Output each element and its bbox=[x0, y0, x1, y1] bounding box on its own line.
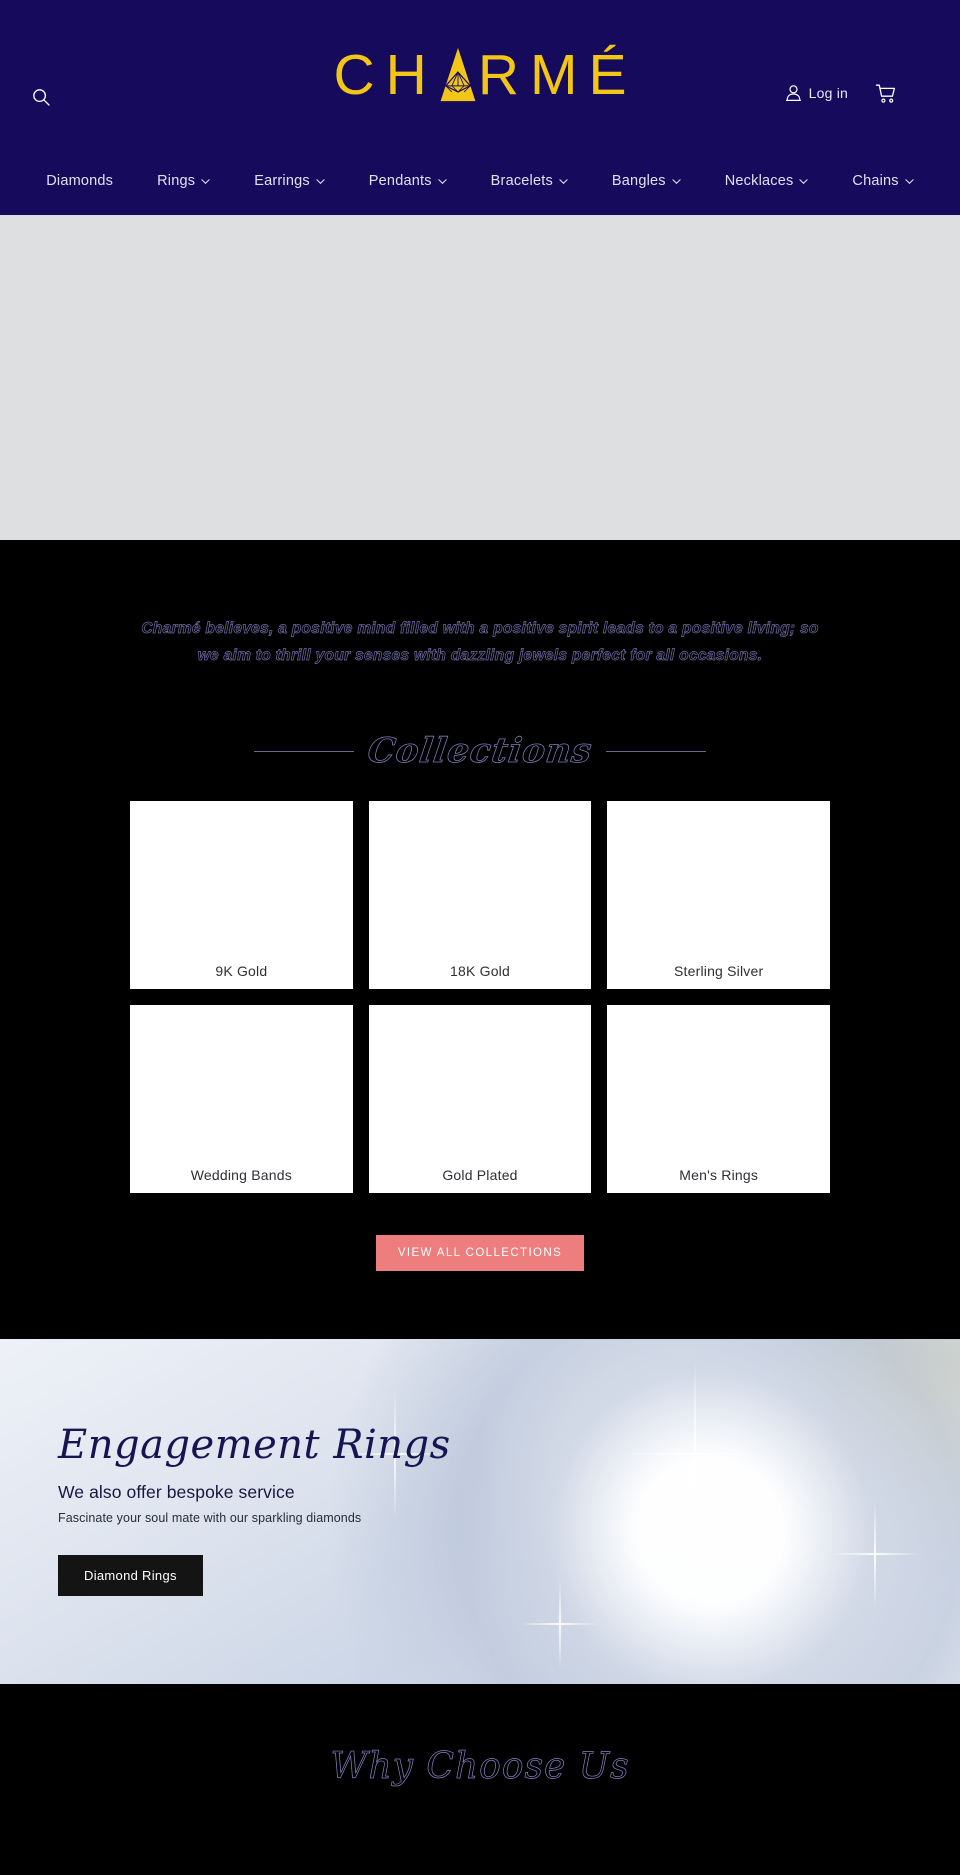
collection-card[interactable]: Sterling Silver bbox=[607, 801, 830, 990]
nav-label: Pendants bbox=[368, 173, 432, 189]
engagement-content: Engagement Rings We also offer bespoke s… bbox=[0, 1339, 960, 1597]
chevron-down-icon bbox=[799, 178, 809, 184]
nav-label: Earrings bbox=[254, 173, 310, 189]
nav-label: Diamonds bbox=[46, 173, 114, 189]
collection-card[interactable]: Wedding Bands bbox=[130, 1005, 353, 1194]
nav-item-pendants[interactable]: Pendants bbox=[347, 167, 469, 195]
logo-letter-c: C bbox=[333, 43, 386, 107]
cart-button[interactable] bbox=[874, 82, 904, 112]
collection-label: 18K Gold bbox=[450, 963, 510, 980]
cart-icon bbox=[875, 84, 896, 103]
user-icon bbox=[785, 85, 801, 101]
tagline-section: Charmé believes, a positive mind filled … bbox=[0, 540, 960, 1340]
logo-letter-e-accent: É bbox=[588, 43, 638, 107]
engagement-title: Engagement Rings bbox=[58, 1422, 451, 1469]
nav-label: Rings bbox=[157, 173, 196, 189]
nav-item-diamonds[interactable]: Diamonds bbox=[24, 167, 135, 195]
engagement-subtitle: We also offer bespoke service bbox=[58, 1482, 295, 1503]
logo-letter-r: R bbox=[477, 43, 530, 107]
collection-label: Gold Plated bbox=[442, 1167, 518, 1184]
nav-label: Bangles bbox=[611, 173, 666, 189]
chevron-down-icon bbox=[438, 178, 447, 184]
collection-label: Wedding Bands bbox=[190, 1167, 292, 1184]
engagement-description: Fascinate your soul mate with our sparkl… bbox=[58, 1511, 362, 1526]
heading-rule-right bbox=[606, 750, 707, 752]
why-choose-us-title: Why Choose Us bbox=[330, 1746, 630, 1788]
nav-label: Bracelets bbox=[490, 173, 553, 189]
site-logo: CH RMÉ bbox=[322, 46, 637, 104]
collection-card[interactable]: Gold Plated bbox=[368, 1005, 592, 1194]
collection-label: Sterling Silver bbox=[673, 963, 764, 980]
login-link[interactable]: Log in bbox=[785, 84, 848, 102]
nav-label: Chains bbox=[852, 173, 899, 189]
chevron-down-icon bbox=[672, 178, 681, 184]
collection-label: Men's Rings bbox=[679, 1167, 759, 1184]
nav-item-chains[interactable]: Chains bbox=[830, 167, 935, 195]
why-choose-us-section: Why Choose Us bbox=[0, 1684, 960, 1830]
diamond-icon bbox=[444, 71, 471, 93]
nav-item-bangles[interactable]: Bangles bbox=[590, 167, 703, 195]
main-navigation: Diamonds Rings Earrings Pendants Bracele… bbox=[0, 155, 960, 215]
site-header: CH RMÉ Log in Diamonds Rings Earrings Pe… bbox=[0, 0, 960, 215]
nav-item-bracelets[interactable]: Bracelets bbox=[469, 167, 590, 195]
view-all-wrapper: VIEW ALL COLLECTIONS bbox=[0, 1235, 960, 1339]
chevron-down-icon bbox=[201, 178, 210, 184]
engagement-rings-banner: Engagement Rings We also offer bespoke s… bbox=[0, 1339, 960, 1685]
collections-title: Collections bbox=[365, 731, 595, 772]
collection-card[interactable]: Men's Rings bbox=[607, 1005, 830, 1194]
heading-rule-left bbox=[253, 750, 354, 752]
homepage: CH RMÉ Log in Diamonds Rings Earrings Pe… bbox=[0, 0, 960, 1875]
nav-item-rings[interactable]: Rings bbox=[135, 167, 232, 195]
chevron-down-icon bbox=[559, 178, 568, 184]
nav-item-necklaces[interactable]: Necklaces bbox=[703, 167, 831, 195]
chevron-down-icon bbox=[316, 178, 325, 184]
tagline-text: Charmé believes, a positive mind filled … bbox=[141, 620, 819, 665]
logo-letter-m: M bbox=[530, 43, 589, 107]
nav-label: Necklaces bbox=[724, 173, 794, 189]
collections-heading: Collections bbox=[0, 731, 960, 772]
nav-item-earrings[interactable]: Earrings bbox=[232, 167, 347, 195]
collections-grid: 9K Gold 18K Gold Sterling Silver Wedding… bbox=[130, 801, 830, 1194]
diamond-rings-button[interactable]: Diamond Rings bbox=[58, 1555, 203, 1597]
collection-card[interactable]: 9K Gold bbox=[130, 801, 353, 990]
chevron-down-icon bbox=[905, 178, 914, 184]
collection-label: 9K Gold bbox=[215, 963, 268, 980]
login-label: Log in bbox=[808, 85, 848, 101]
hero-banner[interactable] bbox=[0, 215, 960, 540]
header-top-bar: CH RMÉ Log in bbox=[0, 0, 960, 155]
logo-letter-h: H bbox=[385, 43, 438, 107]
collection-card[interactable]: 18K Gold bbox=[368, 801, 592, 990]
view-all-collections-button[interactable]: VIEW ALL COLLECTIONS bbox=[375, 1235, 585, 1272]
logo-letter-a-diamond bbox=[438, 46, 478, 104]
